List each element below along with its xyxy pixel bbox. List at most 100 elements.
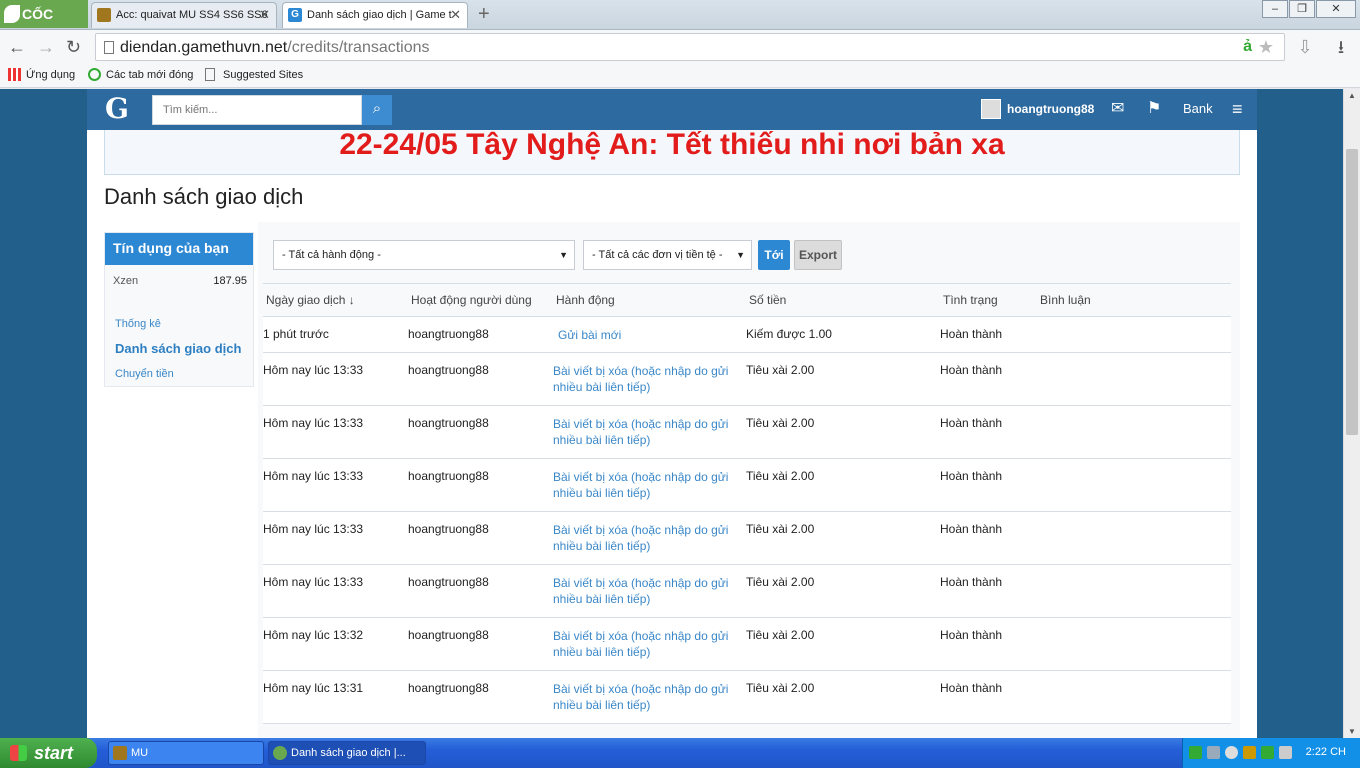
close-window-icon[interactable]: ✕ [1316,0,1356,18]
cell-date: Hôm nay lúc 13:33 [263,469,364,483]
bookmark-star-icon[interactable]: ★ [1258,37,1274,58]
menu-icon[interactable]: ≡ [1232,99,1243,119]
site-header: G ⌕ hoangtruong88 ✉ ⚑ Bank ≡ [87,89,1257,130]
keyboard-icon[interactable] [1279,746,1292,759]
announcement-banner[interactable]: 22-24/05 Tây Nghệ An: Tết thiếu nhi nơi … [104,130,1240,175]
taskbar-item-mu[interactable]: MU [108,741,264,765]
cell-amount: Tiêu xài 2.00 [746,416,815,430]
go-button[interactable]: Tới [758,240,790,270]
downloads-arrow-icon[interactable]: ⭳ [1326,30,1356,64]
bookmark-recent-tabs[interactable]: Các tab mới đóng [88,68,193,82]
cell-action[interactable]: Bài viết bị xóa (hoặc nhập do gửi nhiều … [553,416,738,448]
table-header: Ngày giao dịch ↓ Hoạt động người dùng Hà… [263,283,1231,317]
cell-action[interactable]: Bài viết bị xóa (hoặc nhập do gửi nhiều … [553,575,738,607]
tab-label: Acc: quaivat MU SS4 SS6 SS6 [116,9,268,21]
close-tab-icon[interactable]: ✕ [259,3,270,27]
bookmark-label: Ứng dụng [26,69,76,81]
cell-date: Hôm nay lúc 13:33 [263,363,364,377]
browser-logo[interactable]: CỐC CỐC [0,0,88,50]
user-menu[interactable]: hoangtruong88 [981,99,1094,121]
site-logo[interactable]: G [105,92,129,125]
bank-link[interactable]: Bank [1183,101,1213,116]
network-icon[interactable] [1189,746,1202,759]
recent-tabs-icon [88,68,101,81]
cell-action[interactable]: Gửi bài mới [553,327,738,343]
currency-value: 187.95 [213,275,247,287]
cell-status: Hoàn thành [940,363,1003,377]
column-comment: Bình luận [1040,293,1091,307]
coccoc-leaf-icon [4,5,20,23]
extension-icon[interactable]: ả [1243,38,1252,56]
sidebar-item-transfer[interactable]: Chuyển tiền [115,368,174,380]
scroll-thumb[interactable] [1346,149,1358,435]
column-date[interactable]: Ngày giao dịch ↓ [266,293,355,307]
export-button[interactable]: Export [794,240,842,270]
page-viewport: G ⌕ hoangtruong88 ✉ ⚑ Bank ≡ 22-24/05 Tâ… [0,89,1343,738]
page-scrollbar[interactable]: ▲ ▼ [1343,89,1360,738]
url-text[interactable]: diendan.gamethuvn.net/credits/transactio… [120,39,430,57]
maximize-icon[interactable]: ❐ [1289,0,1315,18]
cell-action[interactable]: Bài viết bị xóa (hoặc nhập do gửi nhiều … [553,628,738,660]
flag-icon[interactable]: ⚑ [1147,99,1161,119]
action-filter-select[interactable]: - Tất cả hành động - ▼ [273,240,575,270]
app-tray-icon[interactable] [1243,746,1256,759]
sidebar-item-transactions[interactable]: Danh sách giao dịch [115,341,241,356]
new-tab-icon[interactable]: + [478,3,490,25]
minimize-icon[interactable]: – [1262,0,1288,18]
search-input[interactable] [153,96,353,124]
sidebar-heading: Tín dụng của bạn [105,233,253,265]
bookmark-label: Suggested Sites [223,69,304,81]
cell-amount: Tiêu xài 2.00 [746,469,815,483]
tab-transactions[interactable]: G Danh sách giao dịch | Game t ✕ [282,2,468,28]
cell-action[interactable]: Bài viết bị xóa (hoặc nhập do gửi nhiều … [553,681,738,713]
credits-sidebar: Tín dụng của bạn Xzen 187.95 Thống kê Da… [104,232,254,387]
security-icon[interactable] [1225,746,1238,759]
action-filter-value: - Tất cả hành động - [282,249,381,261]
sidebar-item-statistics[interactable]: Thống kê [115,318,161,330]
forward-icon[interactable]: → [37,36,55,58]
cell-status: Hoàn thành [940,628,1003,642]
transactions-table: Ngày giao dịch ↓ Hoạt động người dùng Hà… [263,283,1231,724]
cell-user: hoangtruong88 [408,628,489,642]
page-icon [104,41,114,54]
address-bar[interactable]: diendan.gamethuvn.net/credits/transactio… [95,33,1285,61]
cell-date: Hôm nay lúc 13:33 [263,575,364,589]
back-icon[interactable]: ← [8,36,26,58]
bookmark-apps[interactable]: Ứng dụng [8,68,75,82]
cell-action[interactable]: Bài viết bị xóa (hoặc nhập do gửi nhiều … [553,469,738,501]
cell-date: Hôm nay lúc 13:33 [263,522,364,536]
cell-user: hoangtruong88 [408,575,489,589]
currency-filter-select[interactable]: - Tất cả các đơn vị tiền tệ - ▼ [583,240,752,270]
tab-mu-account[interactable]: Acc: quaivat MU SS4 SS6 SS6 ✕ [91,2,277,28]
cell-status: Hoàn thành [940,575,1003,589]
table-row: 1 phút trước hoangtruong88 Gửi bài mới Kiếm… [263,317,1231,353]
reload-icon[interactable]: ↻ [66,36,81,58]
windows-logo-icon [10,745,27,761]
scroll-up-icon[interactable]: ▲ [1348,91,1356,100]
cell-status: Hoàn thành [940,469,1003,483]
gamethu-favicon-icon: G [288,8,302,22]
banner-text: 22-24/05 Tây Nghệ An: Tết thiếu nhi nơi … [339,128,1005,161]
taskbar-item-browser[interactable]: Danh sách giao dịch |... [268,741,426,765]
nvidia-icon[interactable] [1261,746,1274,759]
display-icon[interactable] [1207,746,1220,759]
start-button[interactable]: start [0,738,97,768]
cell-user: hoangtruong88 [408,469,489,483]
cell-action[interactable]: Bài viết bị xóa (hoặc nhập do gửi nhiều … [553,363,738,395]
scroll-down-icon[interactable]: ▼ [1348,727,1356,736]
bookmark-label: Các tab mới đóng [106,69,194,81]
search-button[interactable]: ⌕ [362,95,392,125]
close-tab-icon[interactable]: ✕ [450,3,461,27]
cell-date: 1 phút trước [263,327,329,341]
browser-toolbar: ← → ↻ diendan.gamethuvn.net/credits/tran… [0,30,1360,64]
cell-user: hoangtruong88 [408,681,489,695]
download-icon[interactable]: ⇩ [1290,30,1320,64]
mail-icon[interactable]: ✉ [1111,99,1124,119]
cell-user: hoangtruong88 [408,416,489,430]
page-title: Danh sách giao dịch [104,184,304,209]
cell-action[interactable]: Bài viết bị xóa (hoặc nhập do gửi nhiều … [553,522,738,554]
bookmark-suggested[interactable]: Suggested Sites [205,68,303,82]
page-icon [205,68,215,81]
table-row: Hôm nay lúc 13:33 hoangtruong88 Bài viết b… [263,459,1231,512]
system-clock[interactable]: 2:22 CH [1306,746,1346,758]
